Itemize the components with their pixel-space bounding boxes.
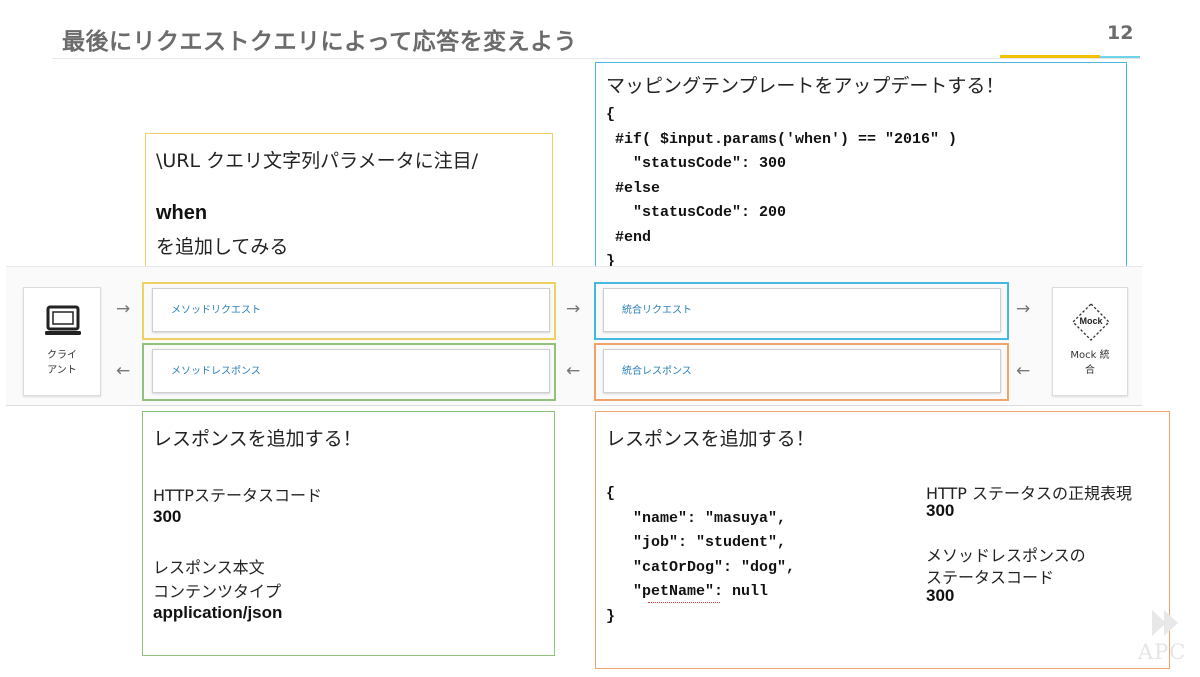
- content-type-label: コンテンツタイプ: [153, 582, 282, 601]
- code-line: "catOrDog": "dog",: [606, 558, 796, 576]
- code-line: "statusCode": 200: [606, 204, 787, 221]
- method-request-button[interactable]: メソッドリクエスト: [152, 288, 550, 332]
- content-type-value: application/json: [153, 603, 283, 622]
- status-regex-label: HTTP ステータスの正規表現: [926, 484, 1133, 503]
- code-line: "statusCode": 300: [606, 155, 787, 172]
- arrow-right-icon: →: [1016, 299, 1031, 319]
- status-code-value: 300: [153, 507, 182, 526]
- mapping-template-note: マッピングテンプレートをアップデートする！ { #if( $input.para…: [595, 62, 1127, 277]
- status-code-label: HTTPステータスコード: [153, 486, 322, 505]
- accent-bar: [1000, 55, 1100, 58]
- method-response-label: メソッドレスポンス: [171, 366, 261, 377]
- mock-integration-tile[interactable]: Mock Mock 統 合: [1052, 287, 1128, 396]
- mapping-code-block: { #if( $input.params('when') == "2016" )…: [606, 103, 957, 275]
- mapping-note-heading: マッピングテンプレートをアップデートする！: [606, 75, 1005, 97]
- code-line: {: [606, 485, 616, 502]
- code-line: #if( $input.params('when') == "2016" ): [606, 130, 958, 148]
- code-line: #end: [606, 228, 652, 246]
- arrow-left-icon: ←: [116, 361, 131, 381]
- method-response-button[interactable]: メソッドレスポンス: [152, 349, 550, 393]
- slide-title: 最後にリクエストクエリによって応答を変えよう: [62, 29, 578, 55]
- spellcheck-underline: [648, 600, 720, 603]
- integration-response-label: 統合レスポンス: [622, 366, 692, 377]
- code-line: "job": "student",: [606, 534, 787, 551]
- response-body-label: レスポンス本文: [153, 558, 265, 577]
- play-icon: [1150, 608, 1186, 642]
- code-line: {: [606, 106, 616, 123]
- query-note-keyword: when: [156, 202, 208, 224]
- laptop-icon: [43, 304, 83, 344]
- query-note-line1: \URL クエリ文字列パラメータに注目/: [156, 150, 478, 172]
- arrow-right-icon: →: [116, 299, 131, 319]
- mock-label-line2: 合: [1085, 365, 1095, 376]
- method-request-label: メソッドリクエスト: [171, 305, 261, 316]
- code-line: }: [606, 607, 616, 625]
- query-note-line3: を追加してみる: [156, 236, 289, 258]
- method-status-value: 300: [926, 586, 955, 605]
- arrow-left-icon: ←: [566, 361, 581, 381]
- method-response-note: レスポンスを追加する！ HTTPステータスコード 300 レスポンス本文 コンテ…: [142, 411, 555, 656]
- arrow-left-icon: ←: [1016, 361, 1031, 381]
- status-regex-value: 300: [926, 501, 955, 520]
- integration-request-label: 統合リクエスト: [622, 305, 692, 316]
- code-line: "name": "masuya",: [606, 509, 787, 527]
- integration-request-button[interactable]: 統合リクエスト: [603, 288, 1001, 332]
- arrow-right-icon: →: [566, 299, 581, 319]
- method-status-label-line2: ステータスコード: [926, 568, 1055, 587]
- apc-watermark: APC: [1138, 640, 1187, 664]
- integration-note-heading: レスポンスを追加する！: [606, 428, 815, 450]
- integration-response-button[interactable]: 統合レスポンス: [603, 349, 1001, 393]
- client-label-line2: アント: [47, 365, 77, 376]
- client-tile[interactable]: クライ アント: [23, 287, 101, 396]
- page-number: 12: [1107, 22, 1134, 44]
- mock-diamond-icon: Mock: [1071, 302, 1111, 342]
- integration-response-note: レスポンスを追加する！ { "name": "masuya", "job": "…: [595, 411, 1170, 669]
- method-note-heading: レスポンスを追加する！: [153, 428, 362, 450]
- title-divider: [52, 58, 1142, 59]
- query-param-note: \URL クエリ文字列パラメータに注目/ when を追加してみる: [145, 133, 553, 268]
- code-line: #else: [606, 179, 661, 197]
- accent-bar-secondary: [1100, 56, 1140, 58]
- method-status-label-line1: メソッドレスポンスの: [926, 546, 1086, 565]
- mock-badge-text: Mock: [1079, 316, 1103, 326]
- response-body-code-block: { "name": "masuya", "job": "student", "c…: [606, 482, 795, 629]
